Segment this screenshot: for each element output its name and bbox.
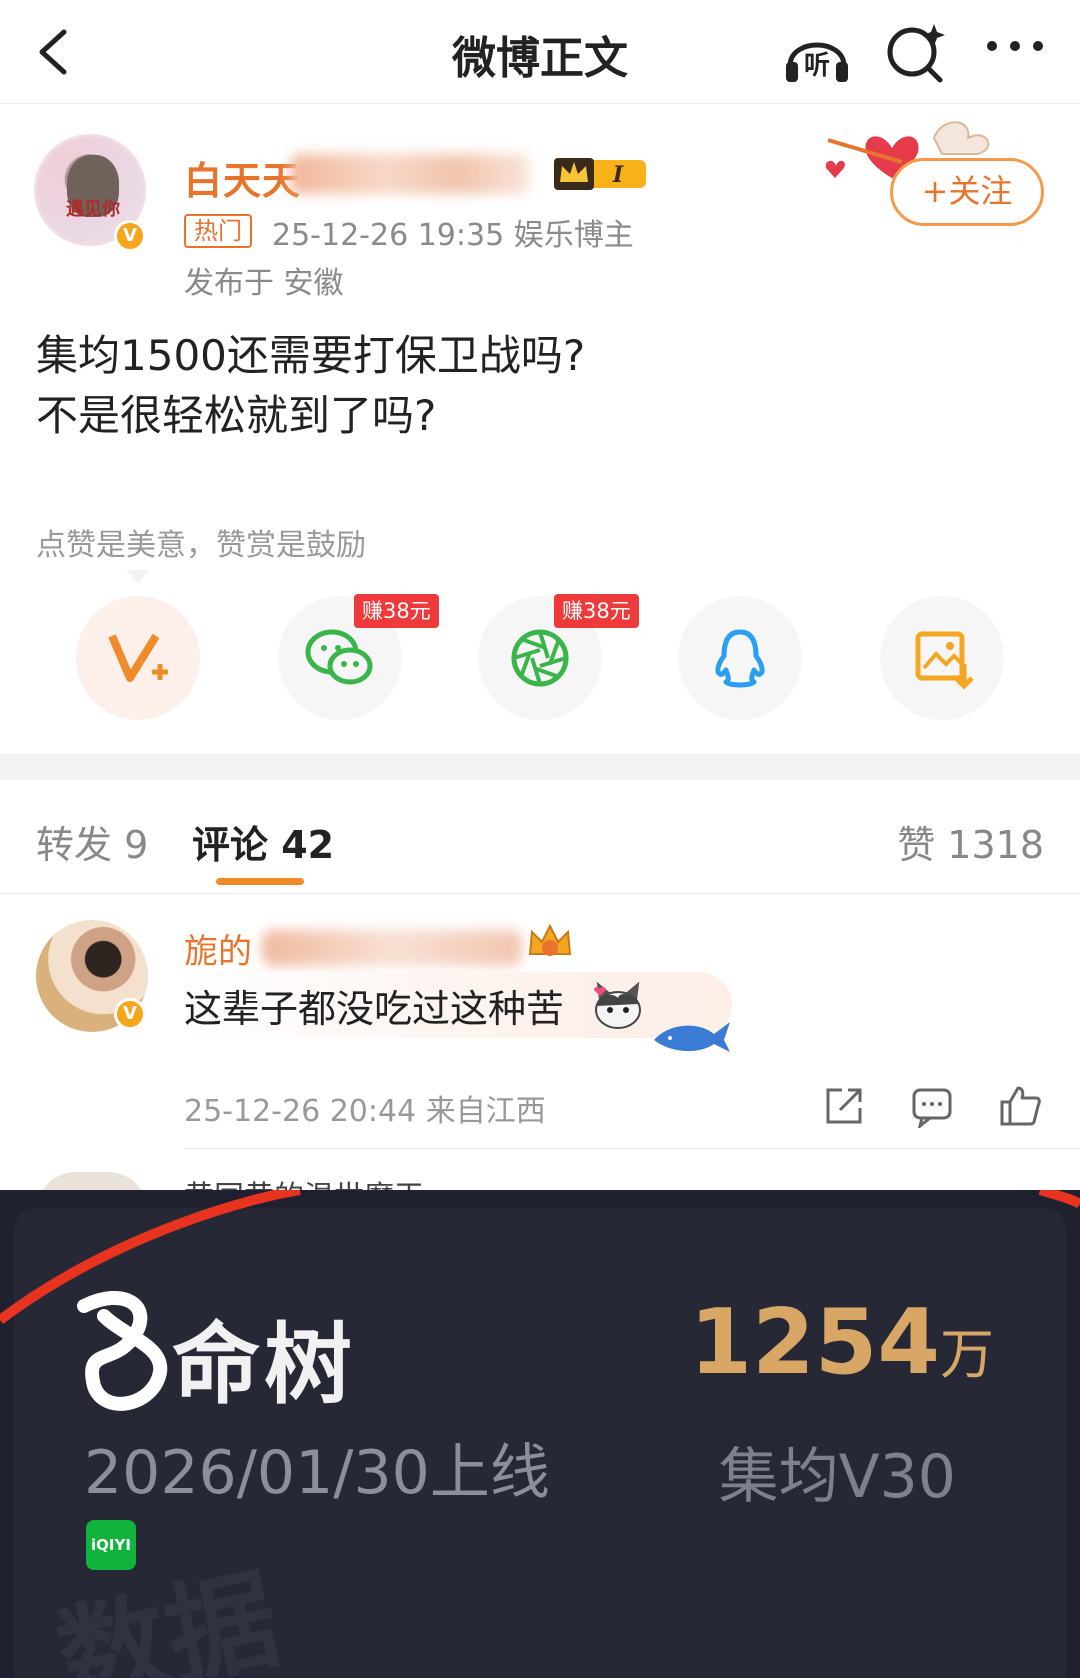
cat-emoji-icon [594,981,641,1029]
scribble-redaction-mark [77,1290,168,1411]
release-date: 2026/01/30上线 [84,1438,550,1508]
commenter-verified-icon: V [114,998,146,1030]
comment-share-icon[interactable] [822,1084,866,1128]
reward-hint: 点赞是美意，赞赏是鼓励 [36,528,366,563]
comment-time-location: 25-12-26 20:44 来自江西 [184,1094,546,1129]
earn-badge: 赚38元 [354,594,439,628]
moments-aperture-icon [511,629,569,687]
wechat-icon [305,629,373,685]
tab-likes[interactable]: 赞 1318 [897,814,1044,869]
author-name-redacted [290,154,530,194]
weibo-v-plus-icon [108,633,168,682]
member-crown-badge-icon: I [554,158,646,190]
follow-button[interactable]: +关注 [890,158,1044,226]
comment-text: 这辈子都没吃过这种苦 [184,987,565,1031]
weibo-reward-button[interactable] [76,596,200,720]
headphones-listen-icon[interactable]: 听 [782,20,852,86]
earn-badge: 赚38元 [554,594,639,628]
hot-tag: 热门 [184,214,252,248]
qq-share-button[interactable] [678,596,802,720]
post-location: 发布于 安徽 [184,266,344,301]
post-content-line: 集均1500还需要打保卫战吗? [36,331,586,380]
commenter-name[interactable]: 旎的 [184,924,252,973]
view-count: 1254万 [690,1290,995,1395]
verified-badge-icon: V [114,220,146,252]
overlay-stats-card: 命树 2026/01/30上线 iQIYI 1254万 集均V30 数据 [0,1190,1080,1678]
save-image-button[interactable] [880,596,1004,720]
view-count-unit: 万 [940,1323,994,1386]
qq-penguin-icon [715,629,765,688]
tab-repost[interactable]: 转发 9 [36,814,148,869]
drama-title: 命树 [172,1313,357,1416]
active-tab-indicator [216,878,304,885]
post-time-category: 25-12-26 19:35 娱乐博主 [272,218,634,253]
comment-separator [184,1148,1080,1149]
save-image-icon [915,631,974,690]
top-nav-bar: 微博正文 听 [0,0,1080,104]
fan-crown-badge-icon [528,923,572,956]
commenter-name-redacted [262,930,522,966]
episode-average: 集均V30 [718,1442,956,1512]
hint-caret-icon [126,570,150,584]
search-sparkle-icon[interactable] [882,20,952,86]
share-reward-row: 赚38元 赚38元 [0,594,1080,724]
more-options-icon[interactable] [980,20,1050,86]
comment-like-icon[interactable] [998,1084,1042,1128]
author-name[interactable]: 白天天 [184,150,301,205]
level-badge-text: I [612,162,624,188]
tab-comments[interactable]: 评论 42 [192,814,334,869]
listen-label: 听 [804,51,830,81]
section-divider [0,754,1080,780]
post-content: 集均1500还需要打保卫战吗? 不是很轻松就到了吗? [36,326,585,446]
post-content-line: 不是很轻松就到了吗? [36,391,437,440]
avatar-text: 遇见你 [66,199,120,220]
comment-reply-icon[interactable] [910,1084,954,1128]
view-count-number: 1254 [689,1290,941,1395]
whale-decoration-icon [654,1022,730,1052]
